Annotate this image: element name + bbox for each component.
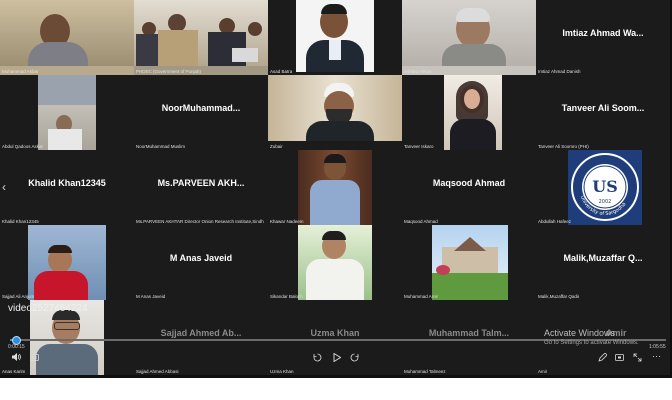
participant-tile: Khawar Nadeem bbox=[268, 150, 402, 225]
participant-display-name: Maqsood Ahmad bbox=[432, 177, 506, 188]
cast-icon[interactable] bbox=[615, 354, 624, 363]
participant-tile: Muhammad Akbar bbox=[0, 0, 134, 75]
volume-icon[interactable] bbox=[12, 353, 21, 363]
participant-name: Abdullah Hafeez bbox=[538, 219, 572, 224]
participant-name: Muhammad Talmeez bbox=[404, 369, 446, 374]
participant-name: M Anas Javeid bbox=[136, 294, 166, 299]
participant-name: Asad Batra bbox=[270, 69, 293, 74]
participant-name: Khalid Khan12345 bbox=[2, 219, 39, 224]
total-time: 1:05:55 bbox=[649, 344, 666, 350]
participant-tile: Ashfaq Askari bbox=[402, 0, 536, 75]
participant-name: Khawar Nadeem bbox=[270, 219, 304, 224]
video-stage: Muhammad Akbar PHDEC (Government of Punj… bbox=[0, 0, 672, 378]
participant-name: Amir bbox=[538, 369, 548, 374]
participant-name: Imtiaz Ahmad Danish bbox=[538, 69, 581, 74]
participant-video bbox=[298, 150, 372, 225]
participant-tile: Maqsood Ahmad Maqsood Ahmad bbox=[402, 150, 536, 225]
participant-display-name: Khalid Khan12345 bbox=[28, 177, 106, 188]
participant-tile: Muhammad Amir bbox=[402, 225, 536, 300]
participant-video bbox=[134, 0, 268, 66]
participant-display-name: Muhammad Talm... bbox=[428, 327, 510, 338]
participant-name: Sikandar Baloch bbox=[270, 294, 303, 299]
fullscreen-icon[interactable] bbox=[633, 353, 642, 364]
participant-tile: Sajjad Ahmed Ab... Sajjad Ahmed Abbasi bbox=[134, 300, 268, 375]
logo-year: 2002 bbox=[599, 199, 612, 205]
participant-name: Tanveer Ali Soomro (PHI) bbox=[538, 144, 589, 149]
participant-display-name: Ms.PARVEEN AKH... bbox=[157, 177, 245, 188]
participant-name: NoorMuhammad Muslim bbox=[136, 144, 186, 149]
logo-initials: US bbox=[592, 177, 618, 196]
participant-video bbox=[444, 75, 502, 150]
participant-video bbox=[432, 225, 508, 300]
participant-tile: US 2002 University of Sargodha Abdullah … bbox=[536, 150, 670, 225]
captions-icon[interactable] bbox=[30, 354, 39, 363]
participant-tile: Abdul Qadoos Askar bbox=[0, 75, 134, 150]
participant-tile: Sajjad Ali Anjum bbox=[0, 225, 134, 300]
participant-tile: M Anas Javeid M Anas Javeid bbox=[134, 225, 268, 300]
participant-video bbox=[298, 225, 372, 300]
participant-video bbox=[402, 0, 536, 66]
participant-tile: Imtiaz Ahmad Wa... Imtiaz Ahmad Danish bbox=[536, 0, 670, 75]
participant-name: Tanveer Iskaro bbox=[404, 144, 434, 149]
edit-icon[interactable] bbox=[598, 352, 608, 364]
participant-tile: Sikandar Baloch bbox=[268, 225, 402, 300]
participant-name: Muhammad Akbar bbox=[2, 69, 39, 74]
forward-30-icon[interactable] bbox=[350, 353, 359, 364]
participant-name: Ashfaq Askari bbox=[404, 69, 432, 74]
participant-tile: Tanveer Iskaro bbox=[402, 75, 536, 150]
participant-tile: Malik,Muzaffar Q... Malik,Muzaffar Qadir bbox=[536, 225, 670, 300]
participant-display-name: M Anas Javeid bbox=[169, 252, 233, 263]
participant-tile: Tanveer Ali Soom... Tanveer Ali Soomro (… bbox=[536, 75, 670, 150]
participant-video bbox=[268, 75, 402, 141]
participant-name: Malik,Muzaffar Qadir bbox=[538, 294, 580, 299]
previous-page-arrow[interactable]: ‹ bbox=[2, 180, 6, 194]
participant-video bbox=[28, 225, 106, 300]
video-title: video2527464224 bbox=[8, 303, 88, 314]
participant-tile: Khalid Khan12345 Khalid Khan12345 bbox=[0, 150, 134, 225]
logo-emblem: US 2002 University of Sargodha bbox=[571, 153, 639, 221]
activate-windows-title: Activate Windows bbox=[544, 328, 616, 338]
participant-name: Ms.PARVEEN AKHTAR Director Onion Researc… bbox=[136, 219, 264, 224]
play-icon[interactable] bbox=[333, 352, 342, 364]
participant-tile: Ms.PARVEEN AKH... Ms.PARVEEN AKHTAR Dire… bbox=[134, 150, 268, 225]
participant-display-name: Malik,Muzaffar Q... bbox=[563, 252, 643, 263]
participant-display-name: Imtiaz Ahmad Wa... bbox=[562, 27, 644, 38]
participant-video bbox=[38, 75, 96, 150]
participant-tile: PHDEC (Government of Punjab) bbox=[134, 0, 268, 75]
participant-name: Abdul Qadoos Askar bbox=[2, 144, 44, 149]
participant-name: Sajjad Ali Anjum bbox=[2, 294, 35, 299]
participant-video bbox=[296, 0, 374, 72]
participant-display-name: Tanveer Ali Soom... bbox=[561, 102, 645, 113]
participant-display-name: NoorMuhammad... bbox=[161, 102, 241, 113]
university-logo: US 2002 University of Sargodha bbox=[568, 150, 642, 225]
participant-video bbox=[0, 0, 134, 66]
participant-tile: Muhammad Talm... Muhammad Talmeez bbox=[402, 300, 536, 375]
participant-tile: Zubair bbox=[268, 75, 402, 150]
participant-display-name: Sajjad Ahmed Ab... bbox=[160, 327, 242, 338]
participant-name: Sajjad Ahmed Abbasi bbox=[136, 369, 179, 374]
participant-name: Muhammad Amir bbox=[404, 294, 439, 299]
activate-windows-subtitle: Go to Settings to activate Windows. bbox=[544, 340, 639, 346]
rewind-10-icon[interactable] bbox=[313, 353, 322, 364]
participant-name: Anas Karim bbox=[2, 369, 26, 374]
elapsed-time: 0:00:15 bbox=[8, 344, 25, 350]
participant-name: Maqsood Ahmad bbox=[404, 219, 438, 224]
participant-name: Uzma Khan bbox=[270, 369, 294, 374]
participant-name: Zubair bbox=[270, 144, 283, 149]
participant-name: PHDEC (Government of Punjab) bbox=[136, 69, 202, 74]
participant-tile: NoorMuhammad... NoorMuhammad Muslim bbox=[134, 75, 268, 150]
more-options-icon[interactable]: ··· bbox=[652, 351, 661, 361]
participant-tile: Asad Batra bbox=[268, 0, 402, 75]
